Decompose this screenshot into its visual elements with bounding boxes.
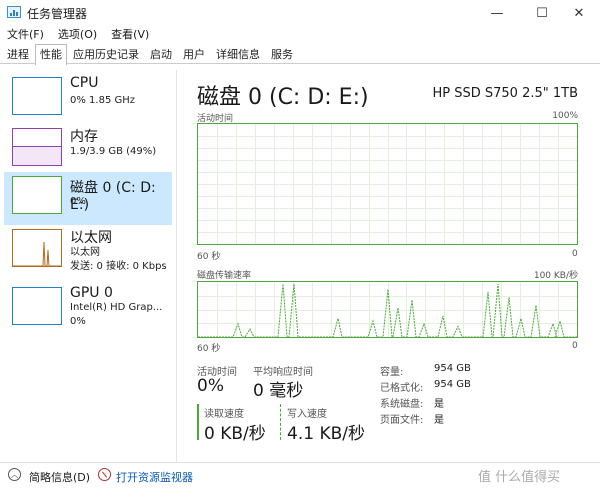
menu-options[interactable]: 选项(O): [51, 26, 104, 44]
sidebar-item-title: 磁盘 0 (C: D: E:): [70, 180, 156, 213]
sidebar-item-cpu[interactable]: CPU 0% 1.85 GHz: [4, 73, 172, 126]
minimize-button[interactable]: —: [474, 0, 520, 26]
window-title: 任务管理器: [27, 7, 88, 21]
tab-startup[interactable]: 启动: [145, 44, 177, 64]
cpu-thumbnail: [12, 77, 62, 115]
close-button[interactable]: ✕: [556, 0, 600, 26]
sidebar-item-title: CPU: [70, 75, 99, 91]
write-speed-label: 写入速度: [287, 409, 327, 420]
sidebar-divider: [176, 70, 177, 462]
watermark-text: 值 什么值得买: [478, 470, 561, 485]
formatted-value: 954 GB: [434, 379, 471, 390]
tab-services[interactable]: 服务: [266, 44, 298, 64]
transfer-graph-max: 100 KB/秒: [533, 271, 578, 281]
disk-model: HP SSD S750 2.5" 1TB: [432, 86, 578, 101]
activity-graph-min: 0: [572, 249, 578, 259]
tab-details[interactable]: 详细信息: [211, 44, 265, 64]
sidebar-item-sub: Intel(R) HD Grap...: [70, 302, 163, 313]
menu-bar: 文件(F) 选项(O) 查看(V): [0, 26, 156, 44]
sidebar-item-sub2: 0%: [70, 316, 86, 327]
sidebar-item-disk[interactable]: 磁盘 0 (C: D: E:) 0%: [4, 172, 172, 225]
gpu-thumbnail: [12, 287, 62, 325]
ethernet-thumbnail: [12, 229, 62, 267]
transfer-graph-min: 0: [572, 341, 578, 351]
sidebar-item-sub2: 发送: 0 接收: 0 Kbps: [70, 261, 167, 272]
read-speed-value: 0 KB/秒: [204, 424, 266, 444]
sidebar-item-sub: 0% 1.85 GHz: [70, 95, 136, 106]
menu-file[interactable]: 文件(F): [0, 26, 51, 44]
sidebar-item-memory[interactable]: 内存 1.9/3.9 GB (49%): [4, 124, 172, 177]
system-disk-label: 系统磁盘:: [380, 399, 424, 410]
page-title: 磁盘 0 (C: D: E:): [197, 85, 369, 110]
activity-time-graph: [197, 123, 578, 245]
read-speed-label: 读取速度: [204, 409, 244, 420]
tab-strip: 进程 性能 应用历史记录 启动 用户 详细信息 服务: [2, 44, 299, 65]
title-bar: 任务管理器 — ☐ ✕: [0, 0, 600, 26]
transfer-graph-time: 60 秒: [197, 344, 221, 354]
read-indicator: [197, 404, 199, 440]
sidebar-item-gpu[interactable]: GPU 0 Intel(R) HD Grap... 0%: [4, 283, 172, 336]
system-disk-value: 是: [434, 399, 444, 410]
sidebar-item-sub: 以太网: [70, 247, 100, 258]
tab-users[interactable]: 用户: [178, 44, 210, 64]
tab-performance[interactable]: 性能: [35, 44, 67, 65]
page-file-label: 页面文件:: [380, 415, 424, 426]
page-file-value: 是: [434, 415, 444, 426]
tab-app-history[interactable]: 应用历史记录: [68, 44, 144, 64]
active-time-value: 0%: [197, 376, 224, 396]
memory-thumbnail: [12, 128, 62, 166]
response-time-value: 0 毫秒: [253, 381, 304, 401]
capacity-label: 容量:: [380, 367, 404, 378]
write-speed-value: 4.1 KB/秒: [287, 424, 365, 444]
chevron-up-icon[interactable]: ︿: [8, 468, 21, 481]
tab-processes[interactable]: 进程: [2, 44, 34, 64]
open-resource-monitor-link[interactable]: 打开资源监视器: [116, 469, 193, 485]
menu-view[interactable]: 查看(V): [104, 26, 156, 44]
summary-button[interactable]: 简略信息(D): [29, 469, 90, 485]
transfer-graph-label: 磁盘传输速率: [197, 271, 252, 281]
task-manager-icon: [7, 6, 21, 18]
activity-graph-time: 60 秒: [197, 252, 221, 262]
formatted-label: 已格式化:: [380, 383, 424, 394]
sidebar-item-sub: 1.9/3.9 GB (49%): [70, 146, 157, 157]
sidebar-item-title: GPU 0: [70, 285, 113, 301]
sidebar-item-sub: 0%: [70, 196, 86, 207]
activity-graph-max: 100%: [552, 111, 578, 121]
footer-divider: [0, 462, 600, 463]
disk-thumbnail: [12, 176, 62, 214]
write-indicator: [280, 404, 282, 440]
capacity-value: 954 GB: [434, 363, 471, 374]
sidebar-item-ethernet[interactable]: 以太网 以太网 发送: 0 接收: 0 Kbps: [4, 225, 172, 278]
sidebar-item-title: 内存: [70, 129, 98, 145]
transfer-rate-graph: [197, 281, 578, 338]
ethernet-spark-icon: [13, 241, 61, 266]
resource-monitor-icon: [98, 468, 111, 481]
